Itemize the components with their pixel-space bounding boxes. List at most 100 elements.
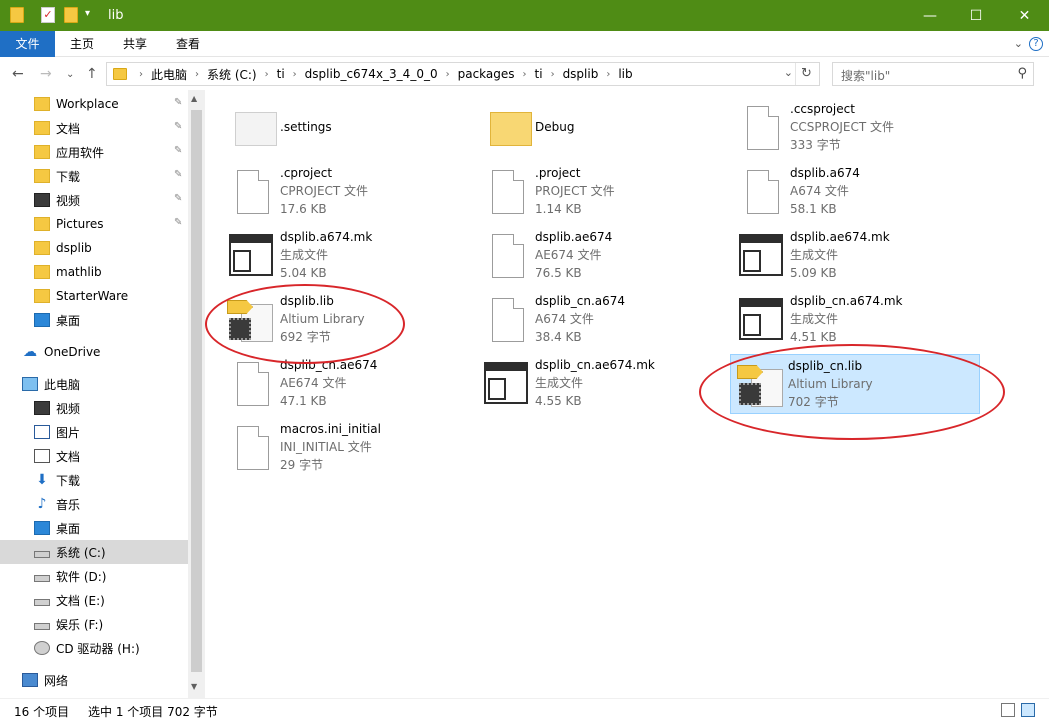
tab-file[interactable]: 文件 xyxy=(0,31,55,57)
sidebar-item-pc-videos[interactable]: 视频 xyxy=(0,396,188,420)
chevron-right-icon[interactable]: › xyxy=(261,69,273,80)
sidebar-item-pc-pictures[interactable]: 图片 xyxy=(0,420,188,444)
sidebar-item-mathlib[interactable]: mathlib xyxy=(0,260,188,284)
tab-home[interactable]: 主页 xyxy=(62,31,102,57)
sidebar-item-videos[interactable]: 视频 ✎ xyxy=(0,188,188,212)
chevron-right-icon[interactable]: › xyxy=(519,69,531,80)
sidebar-item-drive-d[interactable]: 软件 (D:) xyxy=(0,564,188,588)
breadcrumb-dsplib-c674x[interactable]: dsplib_c674x_3_4_0_0 xyxy=(301,67,442,81)
navigation-scrollbar[interactable]: ▲ ▼ xyxy=(188,90,205,698)
sidebar-item-label: 应用软件 xyxy=(56,145,105,160)
sidebar-item-this-pc[interactable]: 此电脑 xyxy=(0,372,188,396)
sidebar-item-drive-e[interactable]: 文档 (E:) xyxy=(0,588,188,612)
up-icon[interactable]: ↑ xyxy=(86,66,98,82)
file-item[interactable]: dsplib.ae674.mk 生成文件 5.09 KB xyxy=(715,226,965,286)
sidebar-item-pictures[interactable]: Pictures ✎ xyxy=(0,212,188,236)
sidebar-item-label: 视频 xyxy=(56,193,81,208)
sidebar-item-desktop[interactable]: 桌面 xyxy=(0,308,188,332)
sidebar-item-downloads[interactable]: 下载 ✎ xyxy=(0,164,188,188)
breadcrumb-ti-2[interactable]: ti xyxy=(531,67,547,81)
new-folder-icon[interactable] xyxy=(64,7,78,23)
file-item[interactable]: dsplib_cn.a674.mk 生成文件 4.51 KB xyxy=(715,290,965,350)
recent-locations-icon[interactable]: ⌄ xyxy=(66,69,74,80)
search-icon[interactable]: ⚲ xyxy=(1017,66,1027,81)
search-input[interactable]: 搜索"lib" ⚲ xyxy=(832,62,1034,86)
breadcrumb-packages[interactable]: packages xyxy=(454,67,519,81)
expand-ribbon-icon[interactable]: ⌄ xyxy=(1014,37,1023,50)
sidebar-item-documents[interactable]: 文档 ✎ xyxy=(0,116,188,140)
customize-quick-access-icon[interactable]: ▾ xyxy=(85,8,90,19)
file-item[interactable]: .project PROJECT 文件 1.14 KB xyxy=(460,162,710,222)
folder-icon xyxy=(34,97,50,111)
breadcrumb-this-pc[interactable]: 此电脑 xyxy=(147,66,191,83)
file-item[interactable]: dsplib.a674 A674 文件 58.1 KB xyxy=(715,162,965,222)
pin-icon: ✎ xyxy=(174,97,183,108)
help-icon[interactable]: ? xyxy=(1029,37,1043,51)
file-item[interactable]: dsplib.a674.mk 生成文件 5.04 KB xyxy=(205,226,455,286)
file-size: 5.04 KB xyxy=(280,266,327,280)
address-bar[interactable]: › 此电脑 › 系统 (C:) › ti › dsplib_c674x_3_4_… xyxy=(106,62,820,86)
sidebar-item-label: 视频 xyxy=(56,401,81,416)
sidebar-item-pc-music[interactable]: ♪ 音乐 xyxy=(0,492,188,516)
scroll-up-icon[interactable]: ▲ xyxy=(191,94,197,103)
tiles-view-icon[interactable] xyxy=(1021,703,1035,717)
file-item[interactable]: Debug xyxy=(460,98,710,158)
file-name: dsplib_cn.a674.mk xyxy=(790,294,903,308)
sidebar-item-workplace[interactable]: Workplace ✎ xyxy=(0,92,188,116)
sidebar-item-drive-f[interactable]: 娱乐 (F:) xyxy=(0,612,188,636)
scrollbar-thumb[interactable] xyxy=(191,110,202,672)
file-item[interactable]: .cproject CPROJECT 文件 17.6 KB xyxy=(205,162,455,222)
file-item[interactable]: macros.ini_initial INI_INITIAL 文件 29 字节 xyxy=(205,418,455,478)
chevron-right-icon[interactable]: › xyxy=(602,69,614,80)
file-item[interactable]: .settings xyxy=(205,98,455,158)
scroll-down-icon[interactable]: ▼ xyxy=(191,682,197,691)
sidebar-item-cd-drive-h[interactable]: CD 驱动器 (H:) xyxy=(0,636,188,660)
chevron-right-icon[interactable]: › xyxy=(191,69,203,80)
file-size: 29 字节 xyxy=(280,458,324,472)
search-placeholder: 搜索"lib" xyxy=(841,69,891,83)
breadcrumb-ti[interactable]: ti xyxy=(273,67,289,81)
sidebar-item-network[interactable]: 网络 xyxy=(0,668,188,692)
minimize-button[interactable]: — xyxy=(907,0,953,31)
breadcrumb-dsplib[interactable]: dsplib xyxy=(559,67,603,81)
details-view-icon[interactable] xyxy=(1001,703,1015,717)
maximize-button[interactable]: ☐ xyxy=(953,0,999,31)
tab-share[interactable]: 共享 xyxy=(115,31,155,57)
sidebar-item-onedrive[interactable]: ☁ OneDrive xyxy=(0,340,188,364)
file-item[interactable]: dsplib_cn.a674 A674 文件 38.4 KB xyxy=(460,290,710,350)
file-size: 38.4 KB xyxy=(535,330,582,344)
refresh-icon[interactable]: ↻ xyxy=(795,63,817,85)
chevron-right-icon[interactable]: › xyxy=(289,69,301,80)
forward-icon[interactable]: → xyxy=(40,66,52,82)
sidebar-item-pc-downloads[interactable]: ⬇ 下载 xyxy=(0,468,188,492)
tab-view[interactable]: 查看 xyxy=(168,31,208,57)
folder-icon xyxy=(113,68,127,80)
sidebar-item-pc-desktop[interactable]: 桌面 xyxy=(0,516,188,540)
pin-icon: ✎ xyxy=(174,169,183,180)
properties-icon[interactable]: ✓ xyxy=(41,7,55,23)
file-item[interactable]: dsplib.ae674 AE674 文件 76.5 KB xyxy=(460,226,710,286)
chevron-right-icon[interactable]: › xyxy=(442,69,454,80)
sidebar-item-dsplib[interactable]: dsplib xyxy=(0,236,188,260)
sidebar-item-label: 娱乐 (F:) xyxy=(56,617,104,632)
file-item[interactable]: dsplib_cn.ae674 AE674 文件 47.1 KB xyxy=(205,354,455,414)
chevron-right-icon[interactable]: › xyxy=(135,69,147,80)
file-type: 生成文件 xyxy=(535,376,584,390)
file-item[interactable]: dsplib_cn.ae674.mk 生成文件 4.55 KB xyxy=(460,354,710,414)
file-item[interactable]: .ccsproject CCSPROJECT 文件 333 字节 xyxy=(715,98,965,158)
sidebar-item-starterware[interactable]: StarterWare xyxy=(0,284,188,308)
sidebar-item-system-c[interactable]: 系统 (C:) xyxy=(0,540,188,564)
makefile-icon xyxy=(739,298,783,340)
sidebar-item-label: 下载 xyxy=(56,169,81,184)
back-icon[interactable]: ← xyxy=(12,66,24,82)
file-size: 333 字节 xyxy=(790,138,841,152)
address-dropdown-icon[interactable]: ⌄ xyxy=(784,66,793,79)
sidebar-item-label: 下载 xyxy=(56,473,81,488)
close-button[interactable]: ✕ xyxy=(1000,0,1049,31)
chevron-right-icon[interactable]: › xyxy=(547,69,559,80)
sidebar-item-apps[interactable]: 应用软件 ✎ xyxy=(0,140,188,164)
breadcrumb-lib[interactable]: lib xyxy=(614,67,636,81)
sidebar-item-pc-documents[interactable]: 文档 xyxy=(0,444,188,468)
breadcrumb-system-c[interactable]: 系统 (C:) xyxy=(203,66,261,83)
sidebar-item-label: 音乐 xyxy=(56,497,81,512)
